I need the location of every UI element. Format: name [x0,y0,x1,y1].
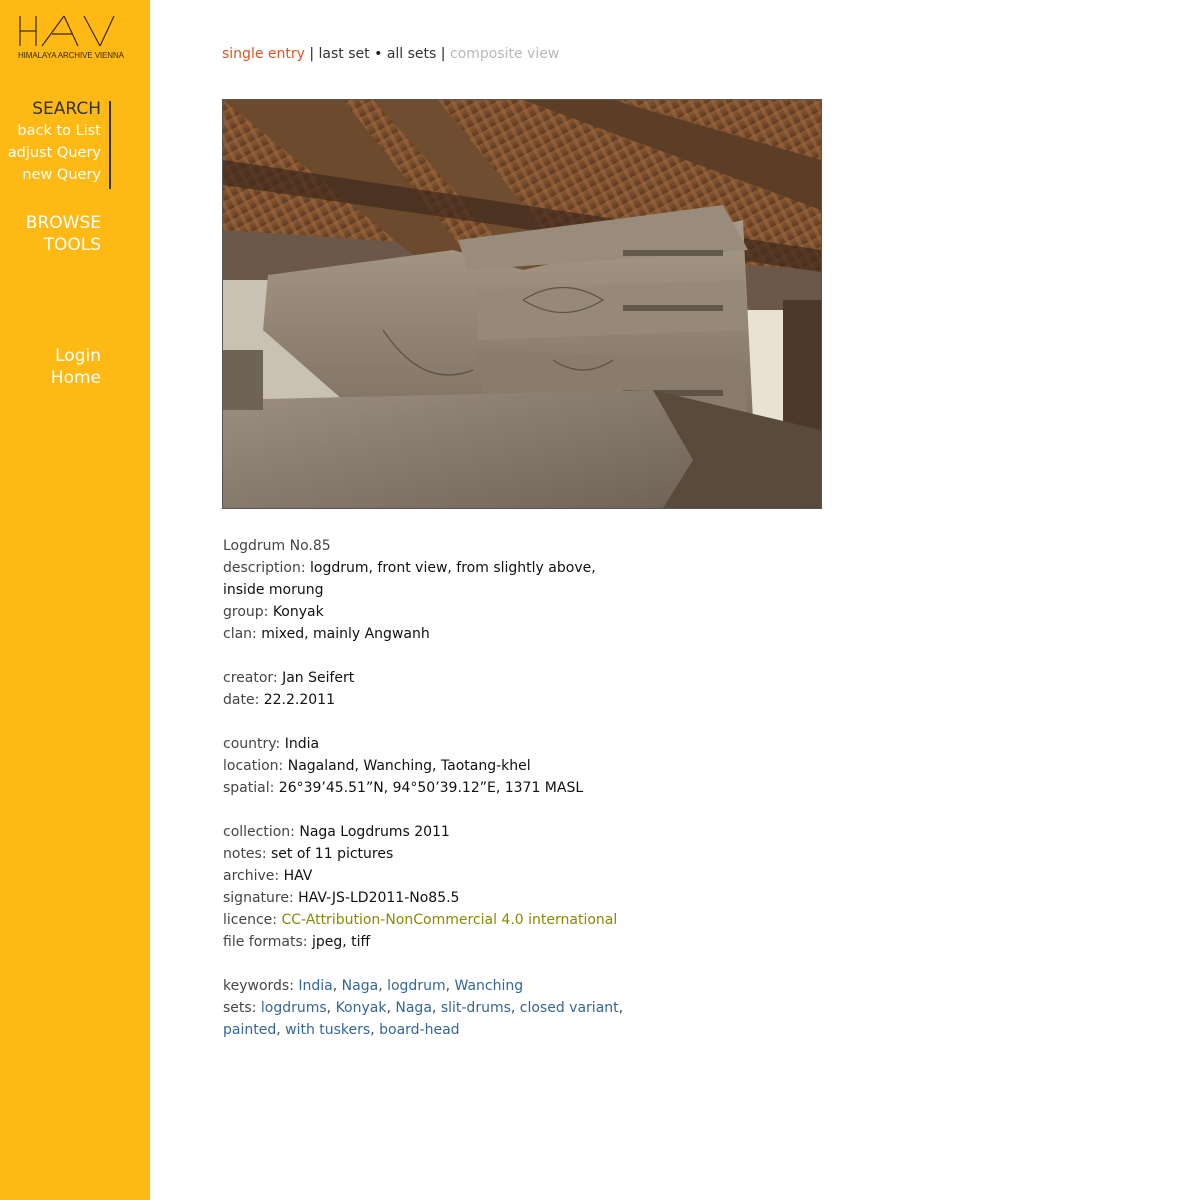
back-to-list-link[interactable]: back to List [8,120,101,142]
spatial-row: spatial: 26°39’45.51”N, 94°50’39.12”E, 1… [223,777,623,799]
date-row: date: 22.2.2011 [223,689,623,711]
composite-view-link: composite view [449,46,560,62]
clan-row: clan: mixed, mainly Angwanh [223,623,623,645]
group-row: group: Konyak [223,601,623,623]
clan-value: mixed, mainly Angwanh [261,626,430,642]
browse-link[interactable]: BROWSE [26,212,101,234]
keyword-link[interactable]: logdrum [387,978,446,994]
description-label: description: [223,560,311,576]
keywords-label: keywords: [223,978,299,994]
fileformats-row: file formats: jpeg, tiff [223,931,623,953]
last-set-link[interactable]: last set [319,46,370,62]
group-value: Konyak [272,604,324,620]
set-link[interactable]: closed variant [520,1000,619,1016]
new-query-link[interactable]: new Query [8,164,101,186]
account-nav: Login Home [51,345,101,389]
notes-label: notes: [223,846,272,862]
view-nav: single entry | last set • all sets | com… [222,46,559,62]
country-row: country: India [223,733,623,755]
signature-value: HAV-JS-LD2011-No85.5 [298,890,460,906]
country-label: country: [223,736,285,752]
all-sets-link[interactable]: all sets [387,46,437,62]
keyword-link[interactable]: Naga [342,978,379,994]
clan-label: clan: [223,626,262,642]
fileformats-value: jpeg, tiff [311,934,371,950]
notes-value: set of 11 pictures [271,846,394,862]
creator-value: Jan Seifert [282,670,355,686]
sets-label: sets: [223,1000,261,1016]
location-value: Nagaland, Wanching, Taotang-khel [287,758,531,774]
nav-separator: | [436,46,450,62]
licence-link[interactable]: CC-Attribution-NonCommercial 4.0 interna… [281,912,617,928]
signature-row: signature: HAV-JS-LD2011-No85.5 [223,887,623,909]
signature-label: signature: [223,890,299,906]
description-value-cont: inside morung [223,582,324,598]
notes-row: notes: set of 11 pictures [223,843,623,865]
spatial-value: 26°39’45.51”N, 94°50’39.12”E, 1371 MASL [278,780,584,796]
creator-label: creator: [223,670,283,686]
search-divider [109,101,111,189]
adjust-query-link[interactable]: adjust Query [8,142,101,164]
set-link[interactable]: Konyak [336,1000,387,1016]
login-link[interactable]: Login [51,345,101,367]
logdrum-photo-image [223,100,821,508]
sets-row-cont: painted, with tuskers, board-head [223,1022,460,1038]
single-entry-link[interactable]: single entry [222,46,305,62]
tools-link[interactable]: TOOLS [26,234,101,256]
date-value: 22.2.2011 [263,692,336,708]
set-link[interactable]: slit-drums [441,1000,511,1016]
location-label: location: [223,758,288,774]
description-row: description: logdrum, front view, from s… [223,557,623,579]
home-link[interactable]: Home [51,367,101,389]
collection-row: collection: Naga Logdrums 2011 [223,821,623,843]
set-link[interactable]: painted [223,1022,276,1038]
search-heading[interactable]: SEARCH [8,98,101,120]
logo-subtitle: HIMALAYA ARCHIVE VIENNA [18,51,124,60]
sets-row: sets: logdrums, Konyak, Naga, slit-drums… [223,1000,624,1016]
set-link[interactable]: with tuskers [285,1022,370,1038]
sidebar: HIMALAYA ARCHIVE VIENNA SEARCH back to L… [0,0,150,1200]
nav-bullet: • [369,46,387,62]
set-link[interactable]: logdrums [261,1000,327,1016]
entry-metadata: Logdrum No.85 description: logdrum, fron… [223,535,623,1041]
set-link[interactable]: board-head [379,1022,459,1038]
browse-nav: BROWSE TOOLS [26,212,101,256]
archive-label: archive: [223,868,284,884]
licence-label: licence: [223,912,282,928]
spatial-label: spatial: [223,780,279,796]
creator-row: creator: Jan Seifert [223,667,623,689]
collection-label: collection: [223,824,300,840]
date-label: date: [223,692,264,708]
country-value: India [284,736,320,752]
archive-row: archive: HAV [223,865,623,887]
licence-row: licence: CC-Attribution-NonCommercial 4.… [223,909,623,931]
set-link[interactable]: Naga [395,1000,432,1016]
nav-separator: | [304,46,319,62]
search-nav: SEARCH back to List adjust Query new Que… [8,98,101,186]
entry-title: Logdrum No.85 [223,538,331,554]
keyword-link[interactable]: Wanching [455,978,524,994]
keywords-row: keywords: India, Naga, logdrum, Wanching [223,978,524,994]
collection-value: Naga Logdrums 2011 [299,824,450,840]
description-value: logdrum, front view, from slightly above… [310,560,596,576]
fileformats-label: file formats: [223,934,312,950]
archive-value: HAV [283,868,313,884]
entry-photo[interactable] [222,99,822,509]
group-label: group: [223,604,273,620]
location-row: location: Nagaland, Wanching, Taotang-kh… [223,755,623,777]
keyword-link[interactable]: India [298,978,332,994]
